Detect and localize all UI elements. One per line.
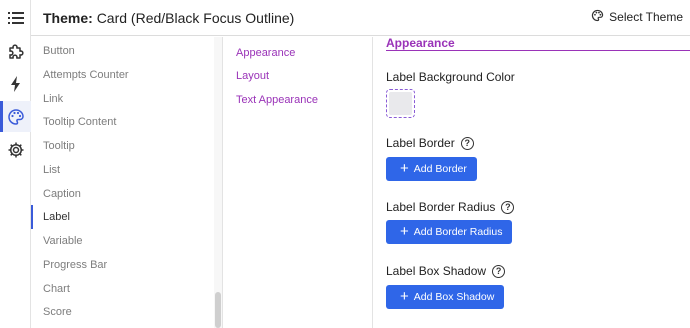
bg-color-label: Label Background Color	[386, 70, 515, 84]
radius-label-text: Label Border Radius	[386, 200, 496, 214]
properties-panel: Appearance Label Background Color Label …	[374, 37, 690, 328]
actions-nav[interactable]	[0, 68, 31, 99]
component-item-link[interactable]: Link	[31, 87, 211, 111]
add-box-shadow-label: Add Box Shadow	[413, 291, 495, 303]
component-item-label[interactable]: Label	[31, 205, 211, 229]
scrollbar-thumb[interactable]	[215, 292, 221, 328]
theme-title-value: Card (Red/Black Focus Outline)	[96, 10, 295, 26]
shadow-label: Label Box Shadow ?	[386, 264, 506, 278]
component-item-chart[interactable]: Chart	[31, 277, 211, 301]
palette-icon	[591, 9, 604, 25]
bg-color-swatch[interactable]	[386, 89, 415, 118]
plus-icon: +	[400, 160, 409, 177]
component-item-attempts-counter[interactable]: Attempts Counter	[31, 63, 211, 87]
settings-nav[interactable]	[0, 134, 31, 165]
radius-label: Label Border Radius ?	[386, 200, 515, 214]
add-border-button[interactable]: + Add Border	[386, 157, 477, 181]
component-item-tooltip-content[interactable]: Tooltip Content	[31, 110, 211, 134]
top-header: Theme: Card (Red/Black Focus Outline) Se…	[31, 0, 690, 36]
add-box-shadow-button[interactable]: + Add Box Shadow	[386, 285, 505, 309]
border-label: Label Border ?	[386, 136, 474, 150]
bg-color-label-text: Label Background Color	[386, 70, 515, 84]
component-item-caption[interactable]: Caption	[31, 182, 211, 206]
gear-icon	[7, 141, 25, 159]
add-border-label: Add Border	[413, 163, 467, 175]
menu-button[interactable]	[0, 2, 31, 33]
help-icon[interactable]: ?	[460, 136, 474, 150]
component-list: Button Attempts Counter Link Tooltip Con…	[31, 37, 223, 328]
help-icon[interactable]: ?	[501, 200, 515, 214]
bg-color-swatch-fill	[389, 92, 412, 115]
palette-icon	[7, 108, 25, 126]
page-title: Theme: Card (Red/Black Focus Outline)	[43, 10, 294, 26]
component-list-scrollbar[interactable]	[214, 37, 222, 328]
add-border-radius-label: Add Border Radius	[413, 226, 503, 238]
plus-icon: +	[400, 223, 409, 240]
select-theme-label: Select Theme	[609, 10, 683, 24]
menu-icon	[7, 11, 24, 25]
component-item-variable[interactable]: Variable	[31, 229, 211, 253]
component-item-score[interactable]: Score	[31, 300, 211, 324]
puzzle-icon	[7, 43, 25, 61]
plus-icon: +	[400, 288, 409, 305]
section-link-appearance[interactable]: Appearance	[236, 47, 295, 59]
components-nav[interactable]	[0, 36, 31, 67]
section-heading: Appearance	[386, 37, 690, 51]
shadow-label-text: Label Box Shadow	[386, 264, 487, 278]
select-theme-button[interactable]: Select Theme	[591, 9, 683, 25]
icon-rail	[0, 0, 31, 328]
component-item-progress-bar[interactable]: Progress Bar	[31, 253, 211, 277]
add-border-radius-button[interactable]: + Add Border Radius	[386, 220, 513, 244]
component-item-button[interactable]: Button	[31, 39, 211, 63]
component-item-list[interactable]: List	[31, 158, 211, 182]
bolt-icon	[10, 75, 22, 93]
help-icon[interactable]: ?	[492, 264, 506, 278]
section-nav: Appearance Layout Text Appearance	[224, 37, 373, 328]
section-link-text-appearance[interactable]: Text Appearance	[236, 94, 318, 106]
section-link-layout[interactable]: Layout	[236, 70, 269, 82]
theme-title-prefix: Theme:	[43, 10, 93, 26]
component-item-tooltip[interactable]: Tooltip	[31, 134, 211, 158]
theme-nav[interactable]	[0, 101, 31, 132]
border-label-text: Label Border	[386, 136, 455, 150]
